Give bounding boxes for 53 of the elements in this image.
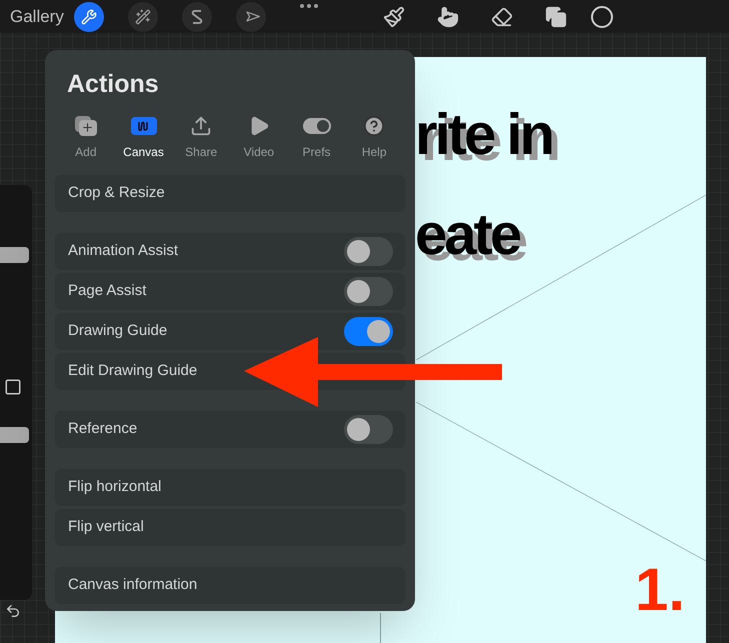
- menu-item-label: Flip horizontal: [68, 476, 162, 497]
- action-tab[interactable]: Video: [230, 114, 288, 160]
- wrench-icon: [80, 8, 97, 24]
- share-icon: [190, 114, 212, 136]
- toggle-switch[interactable]: [344, 276, 393, 306]
- menu-item-label: Animation Assist: [68, 240, 178, 261]
- menu-item[interactable]: Flip horizontal: [55, 468, 405, 506]
- toggle-switch[interactable]: [344, 316, 393, 346]
- menu-item-label: Flip vertical: [68, 516, 144, 537]
- menu-item[interactable]: Animation Assist: [55, 232, 405, 270]
- s-curve-icon: [190, 8, 204, 24]
- tool-button[interactable]: [236, 2, 266, 32]
- toggle-icon: [302, 118, 331, 134]
- magic-wand-icon: [134, 8, 151, 24]
- action-tab[interactable]: Canvas: [114, 114, 172, 160]
- smudge-finger-icon[interactable]: [436, 6, 459, 28]
- menu-item[interactable]: Crop & Resize: [55, 174, 405, 212]
- menu-item[interactable]: Flip vertical: [55, 508, 405, 546]
- action-tab[interactable]: Share: [172, 114, 230, 160]
- menu-item-label: Page Assist: [68, 280, 146, 301]
- menu-item-label: Crop & Resize: [68, 182, 165, 203]
- headline-text: eate: [415, 201, 521, 269]
- toggle-switch[interactable]: [344, 414, 393, 444]
- more-dots-icon[interactable]: [300, 4, 318, 8]
- slider-handle[interactable]: [0, 427, 29, 443]
- menu-item-label: Edit Drawing Guide: [68, 360, 198, 381]
- toggle-switch[interactable]: [344, 236, 393, 266]
- gallery-button[interactable]: Gallery: [10, 4, 64, 30]
- menu-item[interactable]: Drawing Guide: [55, 312, 405, 350]
- undo-icon[interactable]: [5, 603, 21, 619]
- color-swatch[interactable]: [590, 6, 613, 28]
- menu-item[interactable]: Canvas information: [55, 566, 405, 604]
- eraser-icon[interactable]: [490, 6, 513, 28]
- help-icon: [363, 114, 386, 136]
- canvas-icon: [130, 116, 156, 134]
- add-layers-icon: [74, 116, 97, 136]
- menu-item-label: Drawing Guide: [68, 320, 168, 341]
- tool-button[interactable]: [128, 2, 158, 32]
- tool-button[interactable]: [182, 2, 212, 32]
- menu-item[interactable]: Reference: [55, 410, 405, 448]
- action-tab[interactable]: Help: [345, 114, 404, 160]
- step-number: 1.: [635, 555, 686, 625]
- action-tab[interactable]: Prefs: [288, 114, 346, 160]
- action-tab[interactable]: Add: [57, 114, 115, 160]
- layers-icon[interactable]: [544, 6, 567, 28]
- menu-item-label: Canvas information: [68, 574, 198, 595]
- menu-item[interactable]: Page Assist: [55, 272, 405, 310]
- panel-title: Actions: [66, 69, 160, 100]
- slider-handle[interactable]: [0, 247, 29, 263]
- tool-button[interactable]: [74, 2, 104, 32]
- menu-item-label: Reference: [68, 418, 138, 439]
- brush-icon[interactable]: [382, 6, 405, 28]
- square-icon[interactable]: [4, 378, 22, 396]
